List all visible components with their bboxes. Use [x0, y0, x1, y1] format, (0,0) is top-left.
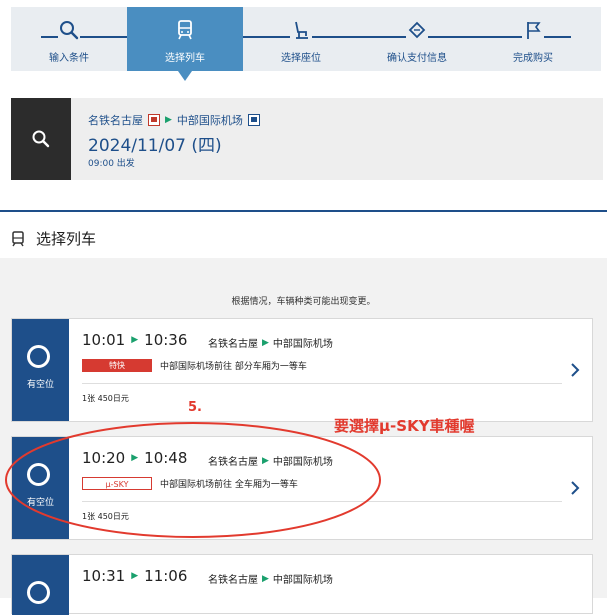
arrow-icon: ▶ [131, 335, 139, 345]
section-header: 选择列车 [10, 228, 96, 249]
origin-station: 名铁名古屋 [88, 114, 143, 127]
step-input-conditions[interactable]: 输入条件 [11, 7, 127, 71]
step-label: 完成购买 [513, 53, 553, 64]
train-icon [174, 19, 196, 41]
train-option-card[interactable]: 有空位 10:01 ▶ 10:36 名铁名古屋 ▶ 中部国际机场 特快 中部国际… [11, 318, 593, 422]
train-option-card[interactable]: 10:31 ▶ 11:06 名铁名古屋 ▶ 中部国际机场 [11, 554, 593, 615]
arrow-icon: ▶ [131, 571, 139, 581]
search-summary: 名铁名古屋 ▶ 中部国际机场 2024/11/07 (四) 09:00 出发 [11, 98, 603, 180]
availability-label: 有空位 [26, 380, 54, 390]
active-step-pointer [178, 71, 192, 81]
step-confirm-payment[interactable]: 确认支付信息 [359, 7, 475, 71]
train-type-badge: 特快 [82, 359, 152, 372]
ticket-price: 1张 450日元 [82, 394, 129, 403]
train-times: 10:31 ▶ 11:06 [82, 567, 187, 585]
arrow-icon: ▶ [262, 337, 269, 348]
modify-search-button[interactable] [11, 98, 71, 180]
section-divider [0, 210, 607, 212]
step-select-train[interactable]: 选择列车 [127, 7, 243, 81]
origin-station: 名铁名古屋 [208, 575, 258, 586]
search-icon [58, 19, 80, 41]
vehicle-change-notice: 根据情况，车辆种类可能出现变更。 [231, 297, 376, 307]
departure-time: 10:31 [82, 567, 126, 585]
annotation-step-number: 5. [188, 400, 202, 415]
departure-time: 09:00 出发 [88, 159, 135, 169]
available-circle-icon [27, 581, 50, 604]
step-label: 选择列车 [165, 53, 205, 64]
train-type-row: 特快 中部国际机场前往 部分车厢为一等车 [82, 359, 307, 372]
train-icon [12, 230, 24, 246]
train-stations: 名铁名古屋 ▶ 中部国际机场 [208, 335, 333, 351]
card-separator [82, 383, 562, 384]
search-icon [32, 130, 50, 148]
section-title: 选择列车 [36, 230, 97, 248]
destination-station: 中部国际机场 [176, 114, 243, 127]
train-stations: 名铁名古屋 ▶ 中部国际机场 [208, 571, 333, 587]
ticket-icon [406, 19, 428, 41]
step-label: 输入条件 [49, 53, 89, 64]
origin-station: 名铁名古屋 [208, 339, 258, 350]
direction-arrow-icon: ▶ [165, 115, 172, 125]
step-complete-purchase[interactable]: 完成购买 [475, 7, 591, 71]
arrival-time: 11:06 [144, 567, 188, 585]
arrow-icon: ▶ [262, 573, 269, 584]
chevron-right-icon [571, 481, 580, 495]
destination-station: 中部国际机场 [272, 339, 333, 350]
route-summary: 名铁名古屋 ▶ 中部国际机场 [88, 112, 260, 128]
airport-railway-icon [247, 114, 260, 126]
step-label: 确认支付信息 [387, 53, 447, 64]
railway-icon [148, 114, 160, 126]
chevron-right-icon [571, 363, 580, 377]
destination-station: 中部国际机场 [272, 575, 333, 586]
available-circle-icon [27, 345, 50, 368]
train-times: 10:01 ▶ 10:36 [82, 331, 187, 349]
seat-icon [290, 19, 312, 41]
availability-indicator [12, 555, 69, 615]
availability-indicator: 有空位 [12, 319, 69, 421]
arrival-time: 10:36 [144, 331, 188, 349]
progress-steps: 输入条件 选择列车 选择座位 确认支付信息 完成购买 [11, 7, 601, 81]
train-description: 中部国际机场前往 部分车厢为一等车 [160, 362, 307, 372]
travel-date: 2024/11/07 (四) [88, 136, 222, 156]
highlight-ellipse [5, 422, 381, 538]
annotation-note: 要選擇μ-SKY車種喔 [334, 417, 475, 435]
departure-time: 10:01 [82, 331, 126, 349]
step-select-seat[interactable]: 选择座位 [243, 7, 359, 71]
step-label: 选择座位 [281, 53, 321, 64]
flag-icon [522, 19, 544, 41]
